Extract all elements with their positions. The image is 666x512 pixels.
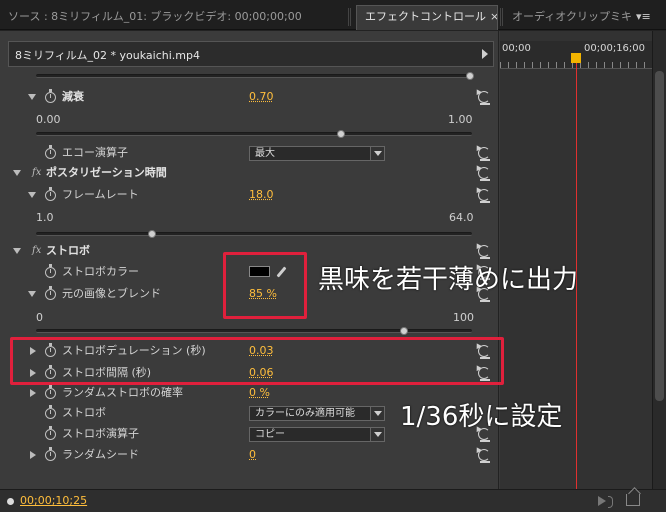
reset-icon[interactable] — [478, 167, 490, 181]
chevron-down-icon — [370, 407, 384, 420]
slider-handle[interactable] — [148, 230, 156, 238]
stopwatch-icon[interactable] — [45, 89, 56, 103]
range-max: 100 — [453, 311, 474, 324]
chevron-down-icon — [370, 147, 384, 160]
prop-value[interactable]: 18.0 — [249, 184, 274, 206]
range-min: 0 — [36, 311, 43, 324]
effect-row-posterize-time[interactable]: fx ポスタリゼーション時間 — [0, 162, 499, 184]
slider-handle[interactable] — [466, 72, 474, 80]
vertical-scrollbar[interactable] — [652, 31, 666, 489]
prop-label: エコー演算子 — [62, 146, 128, 159]
playhead-handle[interactable] — [571, 53, 581, 63]
stopwatch-icon[interactable] — [45, 187, 56, 201]
slider-handle[interactable] — [400, 327, 408, 335]
strobe-operator-dropdown[interactable]: コピー — [249, 427, 385, 442]
effect-label: ストロボ — [46, 244, 90, 257]
prop-label: ランダムシード — [62, 448, 139, 461]
stopwatch-icon[interactable] — [45, 286, 56, 300]
dropdown-value: コピー — [255, 429, 285, 440]
chevron-down-icon[interactable] — [28, 94, 36, 100]
scrollbar-thumb[interactable] — [655, 71, 664, 401]
bottom-status-bar: 00;00;10;25 — [0, 489, 666, 512]
annotation-note-interval: 1/36秒に設定 — [400, 402, 563, 432]
effect-controls-panel: 8ミリフィルム_02 * youkaichi.mp4 減衰 0.70 0.00 … — [0, 31, 666, 512]
reset-icon[interactable] — [478, 449, 490, 463]
annotation-note-blend: 黒味を若干薄めに出力 — [318, 265, 579, 295]
clip-header: 8ミリフィルム_02 * youkaichi.mp4 — [8, 41, 494, 67]
dropdown-value: カラーにのみ適用可能 — [255, 408, 355, 419]
stopwatch-icon[interactable] — [45, 145, 56, 159]
reset-icon[interactable] — [478, 91, 490, 105]
prop-label: フレームレート — [62, 188, 139, 201]
range-min: 1.0 — [36, 211, 54, 224]
tab-source-label: ソース : 8ミリフィルム_01: ブラックビデオ: 00;00;00;00 — [8, 10, 302, 23]
export-icon[interactable] — [626, 494, 640, 506]
chevron-right-icon[interactable] — [30, 451, 36, 459]
strobe-mode-dropdown[interactable]: カラーにのみ適用可能 — [249, 406, 385, 421]
reset-icon[interactable] — [478, 189, 490, 203]
prop-row-random-seed: ランダムシード 0 — [0, 444, 499, 466]
clip-name: 8ミリフィルム_02 * youkaichi.mp4 — [15, 49, 201, 62]
range-max: 64.0 — [449, 211, 474, 224]
dropdown-value: 最大 — [255, 148, 275, 159]
panel-tab-bar: ソース : 8ミリフィルム_01: ブラックビデオ: 00;00;00;00 エ… — [0, 0, 666, 30]
stopwatch-icon[interactable] — [45, 447, 56, 461]
chevron-down-icon[interactable] — [13, 170, 21, 176]
stopwatch-icon[interactable] — [45, 405, 56, 419]
play-audio-icon[interactable] — [598, 495, 614, 508]
prop-label: ストロボ演算子 — [62, 427, 139, 440]
indicator-dot-icon — [7, 498, 14, 505]
panel-menu-icon[interactable]: ▾≡ — [636, 10, 651, 23]
tab-grip[interactable] — [348, 8, 352, 26]
annotation-box-strobe-timing — [10, 337, 504, 385]
tab-source[interactable]: ソース : 8ミリフィルム_01: ブラックビデオ: 00;00;00;00 — [0, 6, 346, 28]
tab-effect-controls[interactable]: エフェクトコントロール × — [356, 5, 498, 30]
fx-icon[interactable]: fx — [32, 240, 41, 262]
reset-icon[interactable] — [478, 147, 490, 161]
reset-icon[interactable] — [478, 245, 490, 259]
prop-label: 減衰 — [62, 90, 84, 103]
close-icon[interactable]: × — [490, 10, 497, 23]
prop-row-frame-rate: フレームレート 18.0 — [0, 184, 499, 206]
current-timecode[interactable]: 00;00;10;25 — [20, 494, 87, 507]
slider-handle[interactable] — [337, 130, 345, 138]
tab-effect-controls-label: エフェクトコントロール — [365, 10, 486, 23]
chevron-down-icon[interactable] — [28, 192, 36, 198]
stopwatch-icon[interactable] — [45, 426, 56, 440]
prop-label: 元の画像とブレンド — [62, 287, 161, 300]
slider-track[interactable] — [36, 132, 472, 136]
chevron-right-icon[interactable] — [30, 389, 36, 397]
chevron-down-icon[interactable] — [13, 248, 21, 254]
prop-value[interactable]: 0 — [249, 444, 256, 466]
prop-label: ランダムストロボの確率 — [62, 386, 183, 399]
prop-row-echo-operator: エコー演算子 最大 — [0, 142, 499, 164]
prop-label: ストロボ — [62, 406, 106, 419]
fx-icon[interactable]: fx — [32, 162, 41, 184]
prop-value[interactable]: 0 % — [249, 382, 270, 404]
prop-label: ストロボカラー — [62, 265, 139, 278]
prop-row-decay: 減衰 0.70 — [0, 86, 499, 108]
range-max: 1.00 — [448, 113, 473, 126]
annotation-box-blend — [223, 252, 307, 319]
prop-value[interactable]: 0.70 — [249, 86, 274, 108]
stopwatch-icon[interactable] — [45, 385, 56, 399]
effect-label: ポスタリゼーション時間 — [46, 166, 167, 179]
tab-audio-clip-mixer[interactable]: オーディオクリップミキ ▾≡ — [504, 6, 666, 28]
echo-operator-dropdown[interactable]: 最大 — [249, 146, 385, 161]
range-min: 0.00 — [36, 113, 61, 126]
ruler-start-time: 00;00 — [502, 43, 531, 54]
tab-audio-mixer-label: オーディオクリップミキ — [512, 10, 633, 23]
chevron-down-icon — [370, 428, 384, 441]
slider-track[interactable] — [36, 232, 472, 236]
slider-track[interactable] — [36, 74, 472, 78]
chevron-down-icon[interactable] — [28, 291, 36, 297]
stopwatch-icon[interactable] — [45, 264, 56, 278]
ruler-marker-time: 00;00;16;00 — [584, 43, 646, 54]
play-icon[interactable] — [482, 49, 488, 59]
